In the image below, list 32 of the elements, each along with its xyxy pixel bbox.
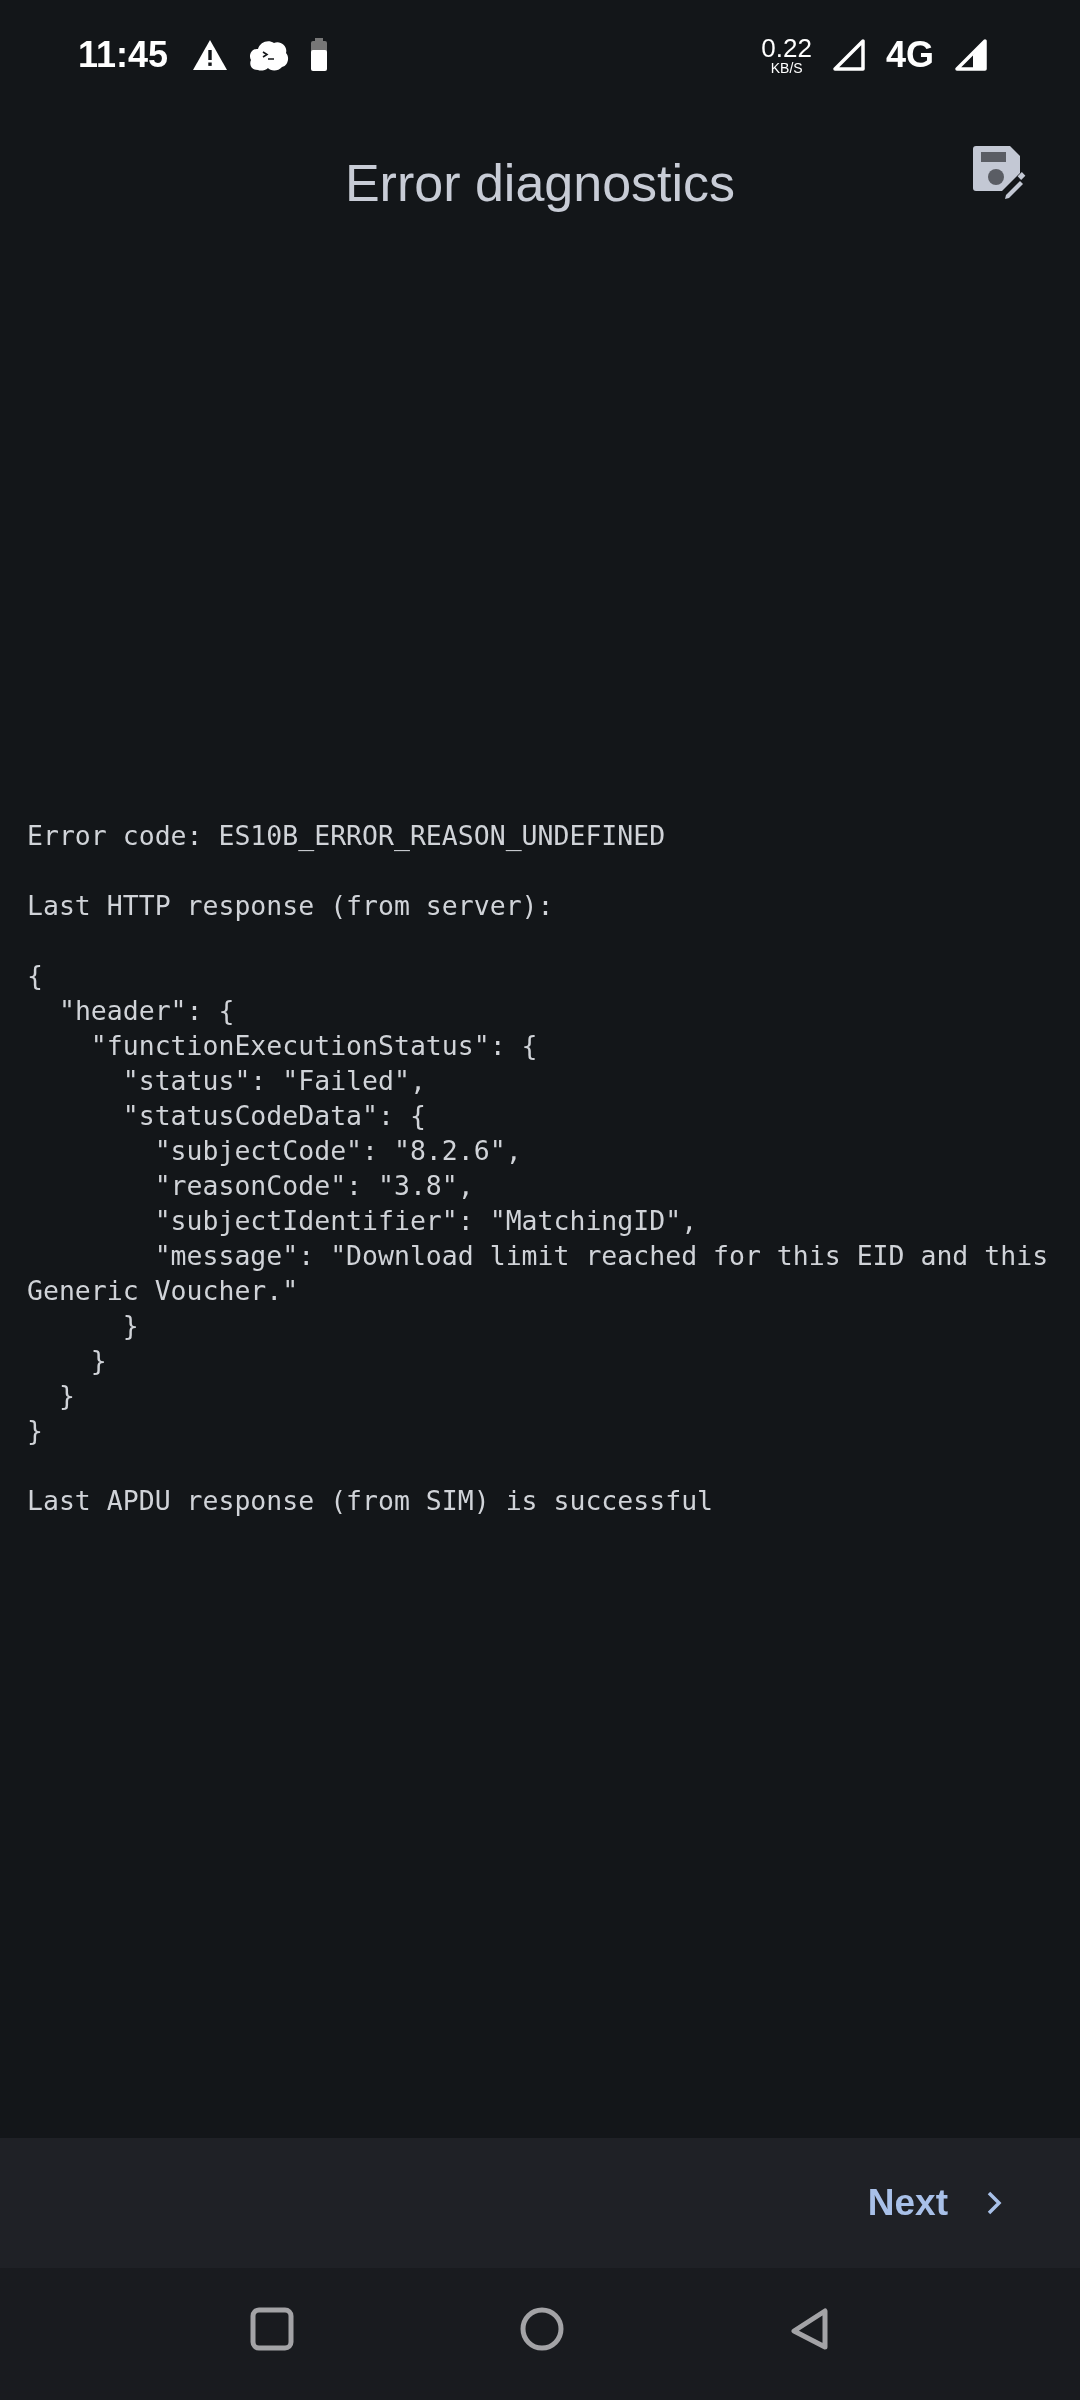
save-edit-icon[interactable] [970, 143, 1026, 199]
cloud-icon [248, 38, 291, 72]
json-line: "status": "Failed", [121, 1064, 427, 1098]
json-line: } [27, 1414, 44, 1448]
next-button[interactable]: Next [859, 2174, 1010, 2232]
recent-apps-icon[interactable] [250, 2307, 294, 2351]
json-line: "header": { [57, 994, 236, 1028]
signal-icon [954, 38, 988, 72]
json-line: } [89, 1344, 108, 1378]
http-response-label: Last HTTP response (from server): [27, 889, 555, 923]
json-line: } [57, 1379, 76, 1413]
json-line: "subjectIdentifier": "MatchingID", [153, 1204, 699, 1238]
warning-icon [192, 39, 229, 71]
json-line: "reasonCode": "3.8", [153, 1169, 475, 1203]
signal-icon [831, 38, 866, 72]
speed-unit: KB/S [770, 61, 803, 75]
error-code-text: Error code: ES10B_ERROR_REASON_UNDEFINED [27, 819, 667, 853]
status-time: 11:45 [78, 34, 169, 76]
network-speed: 0.22 [761, 35, 812, 61]
json-line: { [27, 959, 44, 993]
json-line: "statusCodeData": { [121, 1099, 427, 1133]
json-line: } [121, 1309, 140, 1343]
back-icon[interactable] [790, 2307, 830, 2351]
home-icon[interactable] [520, 2307, 564, 2351]
battery-icon [310, 38, 329, 72]
chevron-right-icon [986, 2191, 1002, 2215]
json-line: "subjectCode": "8.2.6", [153, 1134, 523, 1168]
network-type: 4G [885, 34, 934, 76]
apdu-status-text: Last APDU response (from SIM) is successful [27, 1484, 715, 1518]
json-line: "functionExecutionStatus": { [89, 1029, 539, 1063]
json-line: "message": "Download limit reached for this EID and this Generic Voucher." [27, 1239, 1050, 1308]
screen-title: Error diagnostics [344, 152, 736, 213]
